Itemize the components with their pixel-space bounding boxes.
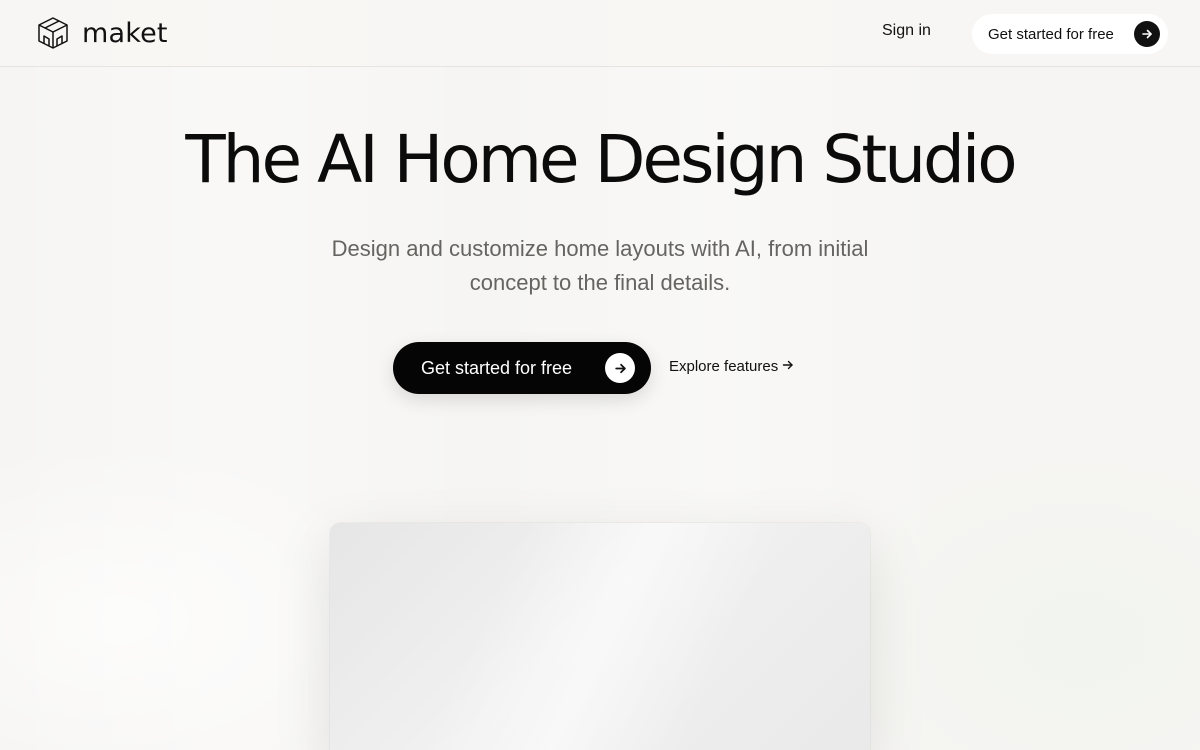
sign-in-link[interactable]: Sign in — [882, 22, 931, 40]
header-get-started-button[interactable]: Get started for free — [972, 14, 1168, 54]
hero-title: The AI Home Design Studio — [185, 121, 1017, 198]
cube-house-icon — [36, 16, 70, 50]
explore-features-link[interactable]: Explore features — [669, 358, 794, 375]
explore-features-label: Explore features — [669, 358, 779, 375]
hero-get-started-button[interactable]: Get started for free — [393, 342, 651, 394]
arrow-right-icon — [1134, 21, 1160, 47]
product-preview-frame — [330, 523, 870, 750]
brand-name: maket — [82, 17, 168, 49]
brand-logo-link[interactable]: maket — [36, 16, 168, 50]
top-nav: maket Sign in Get started for free — [0, 0, 1200, 67]
hero-subtitle: Design and customize home layouts with A… — [331, 236, 869, 295]
preview-shine — [330, 523, 870, 750]
arrow-right-icon — [605, 353, 635, 383]
header-get-started-label: Get started for free — [988, 25, 1114, 43]
hero-get-started-label: Get started for free — [421, 357, 573, 378]
arrow-right-icon — [782, 358, 794, 375]
